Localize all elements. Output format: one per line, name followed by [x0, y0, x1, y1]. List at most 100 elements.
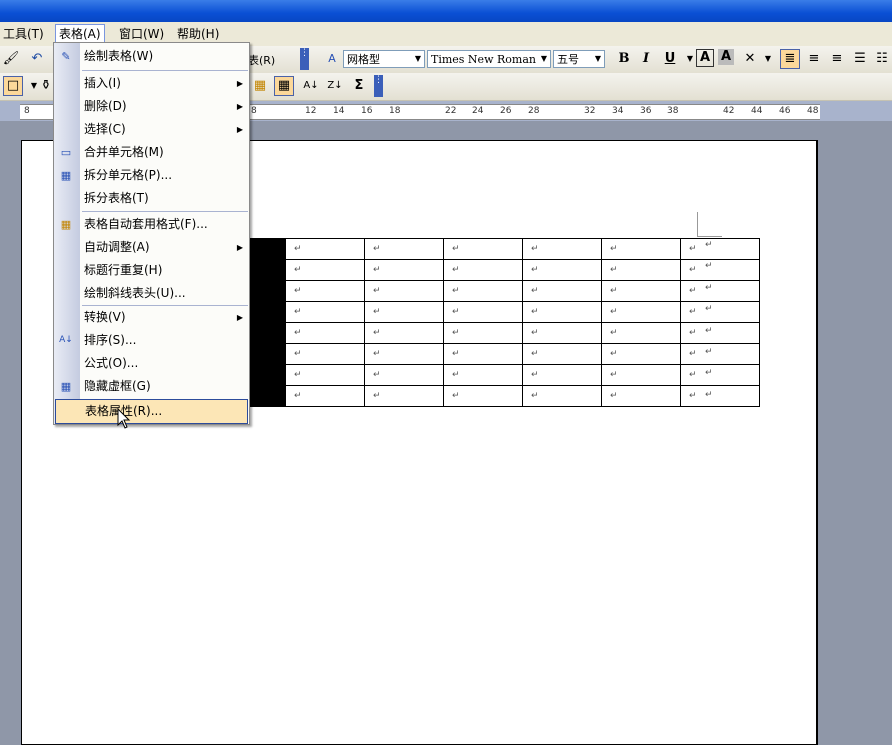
distribute-icon[interactable]: ☰	[850, 49, 870, 69]
format-painter-icon[interactable]: 🖌	[1, 49, 21, 69]
sort-ascending-icon[interactable]: A↓	[301, 76, 321, 96]
table-cell[interactable]: ↵	[680, 280, 760, 302]
sort-descending-icon[interactable]: Z↓	[325, 76, 345, 96]
table-cell[interactable]: ↵	[601, 343, 681, 365]
table-cell[interactable]: ↵	[522, 385, 602, 407]
menu-item-autoformat[interactable]: ▦ 表格自动套用格式(F)...	[54, 213, 249, 236]
table-cell[interactable]: ↵	[443, 280, 523, 302]
menu-item-split-table[interactable]: 拆分表格(T)	[54, 187, 249, 210]
table-cell[interactable]: ↵	[680, 259, 760, 281]
table-cell[interactable]: ↵	[680, 238, 760, 260]
undo-icon[interactable]: ↶	[27, 49, 47, 69]
table-cell[interactable]: ↵	[285, 301, 365, 323]
table-cell[interactable]: ↵	[443, 364, 523, 386]
table-cell[interactable]: ↵	[601, 301, 681, 323]
menu-tools[interactable]: 工具(T)	[0, 25, 47, 43]
table-cell[interactable]: ↵	[364, 238, 444, 260]
menu-item-formula[interactable]: 公式(O)...	[54, 352, 249, 375]
table-cell[interactable]: ↵	[522, 238, 602, 260]
line-spacing-icon[interactable]: ☷	[872, 49, 892, 69]
char-shading-button[interactable]: A	[718, 49, 734, 65]
underline-button[interactable]: U	[660, 49, 680, 69]
menu-item-split-cells[interactable]: ▦ 拆分单元格(P)...	[54, 164, 249, 187]
bold-button[interactable]: B	[614, 49, 634, 69]
italic-button[interactable]: I	[636, 49, 656, 69]
table-cell[interactable]: ↵	[522, 343, 602, 365]
table-cell[interactable]: ↵	[680, 343, 760, 365]
table-cell[interactable]: ↵	[601, 385, 681, 407]
menu-item-autofit[interactable]: 自动调整(A) ▶	[54, 236, 249, 259]
toolbar-grip[interactable]: ⋮	[300, 48, 309, 70]
table-style-combo[interactable]: 网格型 ▼	[343, 50, 425, 68]
table-cell[interactable]: ↵	[522, 280, 602, 302]
table-cell[interactable]: ↵	[285, 280, 365, 302]
mouse-cursor-icon	[117, 408, 131, 429]
align-justify-icon[interactable]: ≣	[780, 49, 800, 69]
table-cell[interactable]: ↵	[443, 385, 523, 407]
menu-item-insert[interactable]: 插入(I) ▶	[54, 72, 249, 95]
menu-item-draw-table[interactable]: ✎ 绘制表格(W)	[54, 45, 249, 68]
menu-item-sort[interactable]: A↓ 排序(S)...	[54, 329, 249, 352]
autoformat-icon[interactable]: ▦	[250, 76, 270, 96]
chevron-down-icon[interactable]: ▼	[758, 49, 778, 69]
menu-item-label: 拆分单元格(P)...	[84, 168, 173, 182]
table-cell[interactable]: ↵	[364, 301, 444, 323]
chevron-down-icon[interactable]: ▼	[538, 51, 550, 67]
chevron-down-icon[interactable]: ▼	[412, 51, 424, 67]
table-cell[interactable]: ↵	[601, 322, 681, 344]
table-cell[interactable]: ↵	[285, 385, 365, 407]
menu-window[interactable]: 窗口(W)	[116, 25, 167, 43]
table-cell[interactable]: ↵	[364, 364, 444, 386]
table-cell[interactable]: ↵	[522, 259, 602, 281]
table-cell[interactable]: ↵	[285, 238, 365, 260]
table-cell[interactable]: ↵	[285, 364, 365, 386]
menu-table[interactable]: 表格(A)	[55, 24, 105, 43]
font-combo[interactable]: Times New Roman ▼	[427, 50, 551, 68]
table-cell[interactable]: ↵	[285, 259, 365, 281]
table-cell[interactable]: ↵	[443, 343, 523, 365]
menu-help[interactable]: 帮助(H)	[174, 25, 222, 43]
table-cell[interactable]: ↵	[285, 343, 365, 365]
menu-item-draw-diagonal[interactable]: 绘制斜线表头(U)...	[54, 282, 249, 305]
table-cell[interactable]: ↵	[364, 259, 444, 281]
table-cell[interactable]: ↵	[364, 280, 444, 302]
chevron-down-icon[interactable]: ▼	[592, 51, 604, 67]
table-cell[interactable]: ↵	[601, 364, 681, 386]
menu-item-table-properties[interactable]: 表格属性(R)...	[55, 399, 248, 424]
table-cell[interactable]: ↵	[680, 301, 760, 323]
table-cell[interactable]: ↵	[680, 385, 760, 407]
menu-item-select[interactable]: 选择(C) ▶	[54, 118, 249, 141]
table-cell[interactable]: ↵	[443, 301, 523, 323]
table-cell[interactable]: ↵	[443, 259, 523, 281]
menu-item-hide-gridlines[interactable]: ▦ 隐藏虚框(G)	[54, 375, 249, 398]
table-cell[interactable]: ↵	[285, 322, 365, 344]
table-cell[interactable]: ↵	[522, 301, 602, 323]
table-cell[interactable]: ↵	[443, 322, 523, 344]
autosum-button[interactable]: Σ	[349, 76, 369, 96]
font-size-combo[interactable]: 五号 ▼	[553, 50, 605, 68]
table-cell[interactable]: ↵	[601, 280, 681, 302]
menu-item-heading-rows[interactable]: 标题行重复(H)	[54, 259, 249, 282]
char-border-button[interactable]: A	[696, 49, 714, 67]
table-cell[interactable]: ↵	[522, 322, 602, 344]
align-center-icon[interactable]: ≡	[804, 49, 824, 69]
align-right-icon[interactable]: ≡	[827, 49, 847, 69]
style-icon[interactable]: A	[322, 49, 342, 69]
table-cell[interactable]: ↵	[601, 238, 681, 260]
table-cell[interactable]: ↵	[680, 322, 760, 344]
table-cell[interactable]: ↵	[364, 322, 444, 344]
menu-item-delete[interactable]: 删除(D) ▶	[54, 95, 249, 118]
menu-item-merge-cells[interactable]: ▭ 合并单元格(M)	[54, 141, 249, 164]
table-cell[interactable]: ↵	[522, 364, 602, 386]
table-cell[interactable]: ↵	[443, 238, 523, 260]
table-cell[interactable]: ↵	[601, 259, 681, 281]
border-icon[interactable]: □	[3, 76, 23, 96]
document-table[interactable]: ↵ ↵ ↵ ↵ ↵ ↵ ↵ ↵ ↵ ↵ ↵ ↵ ↵ ↵ ↵ ↵ ↵ ↵ ↵ ↵ ↵ ↵ ↵ ↵ ↵ ↵ ↵ ↵ ↵ ↵ ↵ ↵ ↵ ↵ ↵ ↵ ↵ ↵ ↵ ↵…	[206, 238, 760, 407]
gridlines-icon[interactable]: ▦	[274, 76, 294, 96]
char-scale-icon[interactable]: ✕	[740, 49, 760, 69]
table-cell[interactable]: ↵	[680, 364, 760, 386]
toolbar-grip[interactable]: ⋮	[374, 75, 383, 97]
table-cell[interactable]: ↵	[364, 385, 444, 407]
table-cell[interactable]: ↵	[364, 343, 444, 365]
menu-item-convert[interactable]: 转换(V) ▶	[54, 306, 249, 329]
